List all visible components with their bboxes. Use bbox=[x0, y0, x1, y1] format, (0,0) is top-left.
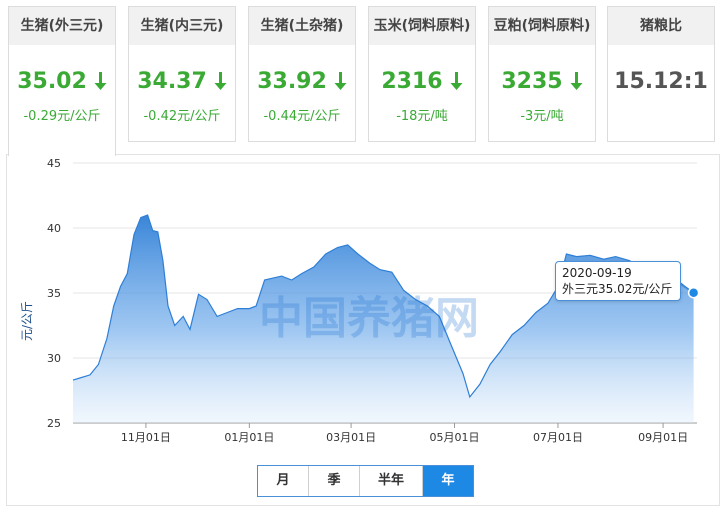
down-arrow-icon bbox=[94, 71, 107, 96]
down-arrow-icon bbox=[570, 71, 583, 96]
card-title: 豆粕(饲料原料) bbox=[489, 7, 595, 45]
card-pig-grain-ratio[interactable]: 猪粮比 15.12:1 bbox=[607, 6, 715, 142]
card-title: 生猪(外三元) bbox=[9, 7, 115, 45]
card-title: 生猪(内三元) bbox=[129, 7, 235, 45]
card-soymeal[interactable]: 豆粕(饲料原料) 3235 -3元/吨 bbox=[488, 6, 596, 142]
x-tick-label: 01月01日 bbox=[224, 431, 274, 444]
range-year-button[interactable]: 年 bbox=[423, 466, 473, 496]
y-tick-label: 40 bbox=[47, 222, 61, 235]
card-change: -3元/吨 bbox=[520, 109, 564, 124]
area-chart: 25 30 35 40 45 11月01日 01月01日 03月01日 05月01日 07月01… bbox=[20, 157, 700, 444]
card-change: -0.29元/公斤 bbox=[23, 109, 101, 124]
chart-tooltip: 2020-09-19 外三元35.02元/公斤 bbox=[555, 261, 681, 301]
card-price: 35.02 bbox=[9, 69, 115, 96]
down-arrow-icon bbox=[214, 71, 227, 96]
y-tick-label: 45 bbox=[47, 157, 61, 170]
card-price: 3235 bbox=[489, 69, 595, 96]
y-tick-label: 35 bbox=[47, 287, 61, 300]
card-pig-tuzazhu[interactable]: 生猪(土杂猪) 33.92 -0.44元/公斤 bbox=[248, 6, 356, 142]
card-pig-neisanyuan[interactable]: 生猪(内三元) 34.37 -0.42元/公斤 bbox=[128, 6, 236, 142]
y-tick-label: 25 bbox=[47, 417, 61, 430]
range-halfyear-button[interactable]: 半年 bbox=[360, 466, 423, 496]
watermark: 中国养猪网 bbox=[259, 293, 479, 344]
y-axis-label: 元/公斤 bbox=[20, 301, 34, 341]
x-tick-label: 03月01日 bbox=[326, 431, 376, 444]
card-title: 猪粮比 bbox=[608, 7, 714, 45]
card-pig-waisanyuan[interactable]: 生猪(外三元) 35.02 -0.29元/公斤 bbox=[8, 6, 116, 156]
card-change: -0.42元/公斤 bbox=[143, 109, 221, 124]
card-price: 33.92 bbox=[249, 69, 355, 96]
card-title: 玉米(饲料原料) bbox=[369, 7, 475, 45]
card-price: 15.12:1 bbox=[614, 69, 708, 94]
down-arrow-icon bbox=[450, 71, 463, 96]
time-range-selector: 月 季 半年 年 bbox=[257, 465, 474, 497]
x-tick-label: 09月01日 bbox=[638, 431, 688, 444]
tooltip-value: 外三元35.02元/公斤 bbox=[562, 282, 673, 296]
down-arrow-icon bbox=[334, 71, 347, 96]
y-tick-label: 30 bbox=[47, 352, 61, 365]
card-corn[interactable]: 玉米(饲料原料) 2316 -18元/吨 bbox=[368, 6, 476, 142]
current-point-marker[interactable] bbox=[687, 286, 700, 299]
range-month-button[interactable]: 月 bbox=[258, 466, 309, 496]
range-quarter-button[interactable]: 季 bbox=[309, 466, 360, 496]
card-title: 生猪(土杂猪) bbox=[249, 7, 355, 45]
card-price: 2316 bbox=[369, 69, 475, 96]
x-tick-label: 05月01日 bbox=[430, 431, 480, 444]
card-change: -18元/吨 bbox=[396, 109, 448, 124]
price-chart: 25 30 35 40 45 11月01日 01月01日 03月01日 05月01日 07月01… bbox=[6, 154, 720, 506]
x-tick-label: 07月01日 bbox=[533, 431, 583, 444]
card-change: -0.44元/公斤 bbox=[263, 109, 341, 124]
tooltip-date: 2020-09-19 bbox=[562, 266, 632, 280]
x-tick-label: 11月01日 bbox=[121, 431, 171, 444]
card-price: 34.37 bbox=[129, 69, 235, 96]
